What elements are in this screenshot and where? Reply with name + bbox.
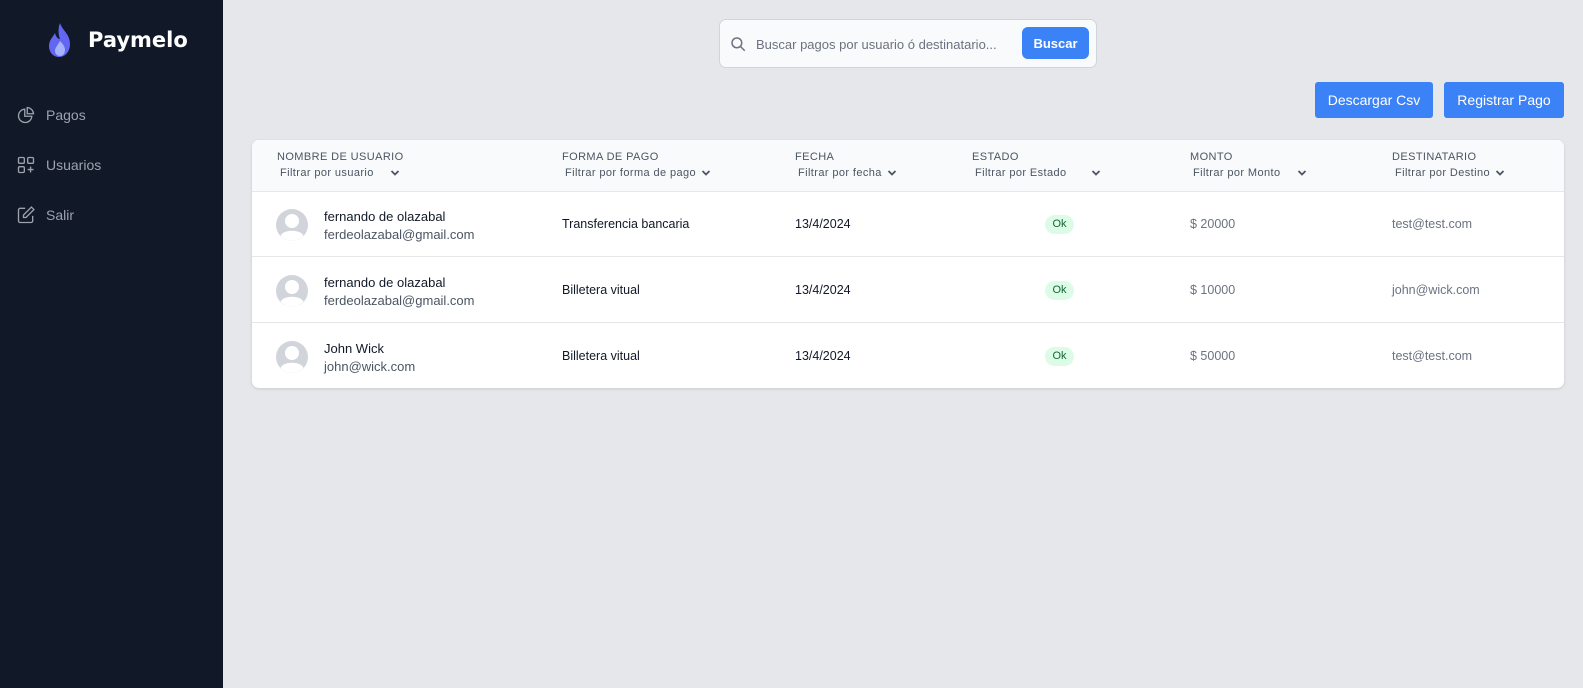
column-title: MONTO [1190,151,1233,163]
user-email: john@wick.com [324,359,416,374]
payment-amount: $ 50000 [1190,349,1236,363]
squares-plus-icon [17,156,35,174]
filter-label: Filtrar por Monto [1193,167,1281,179]
recipient: john@wick.com [1392,283,1480,297]
register-payment-button[interactable]: Registrar Pago [1444,82,1564,118]
payment-method: Billetera vitual [562,349,640,363]
chevron-down-icon [390,170,399,176]
table-row[interactable]: fernando de olazabal ferdeolazabal@gmail… [252,192,1564,257]
filter-label: Filtrar por Destino [1395,167,1491,179]
status-badge: Ok [1045,347,1074,366]
filter-label: Filtrar por usuario [280,167,374,179]
filter-label: Filtrar por Estado [975,167,1067,179]
status-badge: Ok [1045,281,1074,300]
payment-amount: $ 10000 [1190,283,1236,297]
status-badge: Ok [1045,215,1074,234]
sidebar-item-pagos[interactable]: Pagos [16,104,101,126]
column-title: FECHA [795,151,835,163]
table-row[interactable]: fernando de olazabal ferdeolazabal@gmail… [252,258,1564,323]
download-csv-button[interactable]: Descargar Csv [1315,82,1433,118]
filter-estado-dropdown[interactable]: Filtrar por Estado [975,167,1101,179]
payment-date: 13/4/2024 [795,217,851,231]
search-bar: Buscar [719,19,1097,68]
brand-name: Paymelo [88,28,188,52]
user-name: fernando de olazabal [324,275,446,290]
flame-icon [49,23,70,57]
table-row[interactable]: John Wick john@wick.com Billetera vitual… [252,324,1564,388]
search-input[interactable] [756,32,1006,56]
filter-forma-pago-dropdown[interactable]: Filtrar por forma de pago [565,167,711,179]
column-header-monto: MONTO Filtrar por Monto [1190,151,1307,179]
column-header-destinatario: DESTINATARIO Filtrar por Destino [1392,151,1505,179]
column-header-usuario: NOMBRE DE USUARIO Filtrar por usuario [277,151,404,179]
recipient: test@test.com [1392,349,1473,363]
sidebar-item-label: Salir [46,207,75,223]
sidebar-item-label: Usuarios [46,157,102,173]
column-title: DESTINATARIO [1392,151,1477,163]
chevron-down-icon [701,170,711,176]
filter-monto-dropdown[interactable]: Filtrar por Monto [1193,167,1307,179]
sidebar: Paymelo Pagos Usuarios Salir [0,0,223,688]
sidebar-nav: Pagos Usuarios Salir [16,104,101,254]
column-title: ESTADO [972,151,1019,163]
column-title: NOMBRE DE USUARIO [277,151,404,163]
payments-table: NOMBRE DE USUARIO Filtrar por usuario FO… [252,140,1564,388]
chevron-down-icon [1091,170,1100,176]
user-name: fernando de olazabal [324,209,446,224]
chevron-down-icon [1297,170,1306,176]
search-button[interactable]: Buscar [1022,27,1089,59]
sidebar-item-usuarios[interactable]: Usuarios [16,154,101,176]
sidebar-item-salir[interactable]: Salir [16,204,101,226]
recipient: test@test.com [1392,217,1473,231]
search-icon [731,37,746,52]
avatar-icon [276,275,308,307]
filter-usuario-dropdown[interactable]: Filtrar por usuario [280,167,404,179]
payment-method: Transferencia bancaria [562,217,690,231]
filter-label: Filtrar por fecha [798,167,882,179]
chevron-down-icon [1495,170,1505,176]
column-title: FORMA DE PAGO [562,151,659,163]
user-email: ferdeolazabal@gmail.com [324,227,475,242]
table-header: NOMBRE DE USUARIO Filtrar por usuario FO… [252,140,1564,192]
avatar-icon [276,209,308,241]
user-email: ferdeolazabal@gmail.com [324,293,475,308]
user-name: John Wick [324,341,384,356]
filter-label: Filtrar por forma de pago [565,167,697,179]
filter-destino-dropdown[interactable]: Filtrar por Destino [1395,167,1505,179]
column-header-fecha: FECHA Filtrar por fecha [795,151,897,179]
edit-icon [17,206,35,224]
payment-amount: $ 20000 [1190,217,1236,231]
chevron-down-icon [887,170,896,176]
brand[interactable]: Paymelo [44,22,188,58]
payment-date: 13/4/2024 [795,349,851,363]
payment-date: 13/4/2024 [795,283,851,297]
column-header-forma-pago: FORMA DE PAGO Filtrar por forma de pago [562,151,711,179]
pie-chart-icon [17,106,35,124]
sidebar-item-label: Pagos [46,107,86,123]
column-header-estado: ESTADO Filtrar por Estado [972,151,1101,179]
filter-fecha-dropdown[interactable]: Filtrar por fecha [798,167,897,179]
avatar-icon [276,341,308,373]
payment-method: Billetera vitual [562,283,640,297]
